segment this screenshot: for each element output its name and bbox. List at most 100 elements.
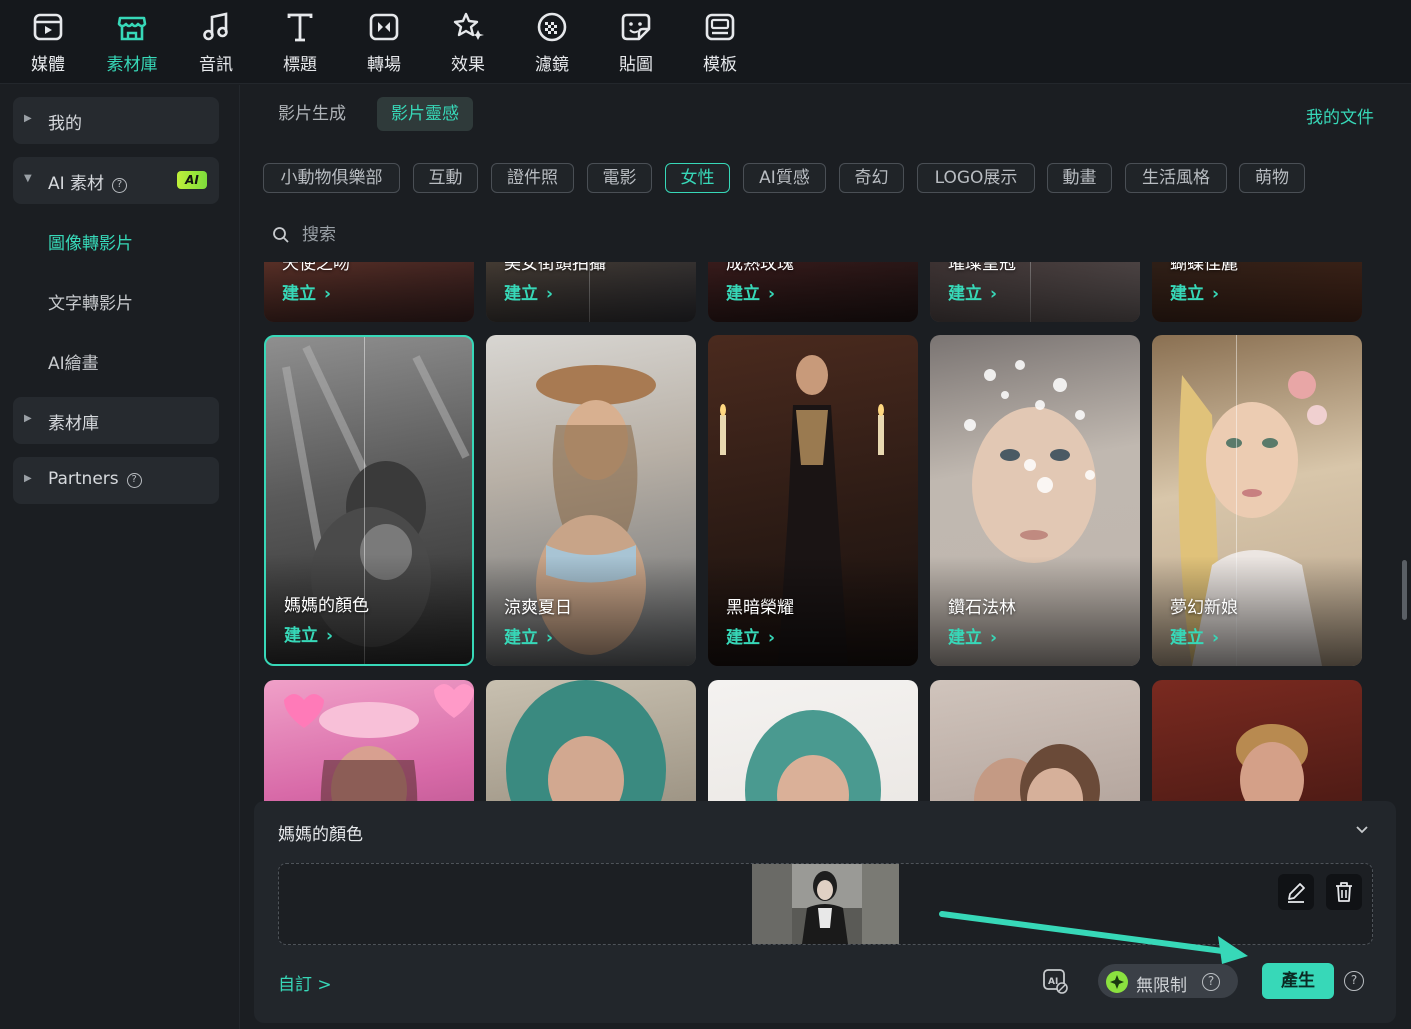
- caret-down-icon: ▼: [24, 173, 32, 184]
- chevron-right-icon: ›: [768, 628, 776, 648]
- search-input[interactable]: [302, 220, 702, 250]
- template-card[interactable]: 夢幻新娘 建立 ›: [1152, 335, 1362, 666]
- toolbar-store[interactable]: 素材庫: [92, 8, 172, 78]
- caret-right-icon: ▶: [24, 473, 32, 484]
- template-card[interactable]: [264, 680, 474, 802]
- generate-panel: 媽媽的顏色 自訂 > AI 無限制 ? 產生 ?: [254, 801, 1396, 1023]
- toolbar-templates[interactable]: 模板: [680, 8, 760, 78]
- caret-right-icon: ▶: [24, 413, 32, 424]
- sticker-icon: [621, 13, 651, 41]
- top-toolbar: 媒體 素材庫 音訊 標題 轉場 效果 濾鏡 貼圖 模板: [0, 0, 1411, 84]
- card-thumbnail: [1236, 724, 1308, 802]
- chip-women[interactable]: 女性: [665, 163, 730, 193]
- toolbar-transitions[interactable]: 轉場: [344, 8, 424, 78]
- chip-logo-show[interactable]: LOGO展示: [917, 163, 1035, 193]
- template-card[interactable]: 蝴蝶佳麗 建立 ›: [1152, 262, 1362, 322]
- image-upload-area[interactable]: [278, 863, 1373, 945]
- card-title: 媽媽的顏色: [284, 596, 369, 616]
- chip-movie[interactable]: 電影: [587, 163, 652, 193]
- chip-animal-club[interactable]: 小動物俱樂部: [263, 163, 400, 193]
- sidebar-item-ai-assets[interactable]: ▼ AI 素材? AI: [13, 157, 219, 204]
- template-card[interactable]: [486, 680, 696, 802]
- sidebar-item-library[interactable]: ▶ 素材庫: [13, 397, 219, 444]
- sidebar-item-label: Partners: [48, 469, 119, 489]
- help-icon[interactable]: ?: [1344, 971, 1364, 991]
- chevron-right-icon: ›: [990, 284, 998, 304]
- template-card[interactable]: 璀璨皇冠 建立 ›: [930, 262, 1140, 322]
- sidebar-item-my[interactable]: ▶ 我的: [13, 97, 219, 144]
- my-documents-link[interactable]: 我的文件: [1306, 103, 1374, 128]
- card-title: 黑暗榮耀: [726, 598, 794, 618]
- card-create-button[interactable]: 建立 ›: [726, 279, 775, 304]
- sidebar-item-text-to-video[interactable]: 文字轉影片: [48, 289, 133, 314]
- chip-id-photo[interactable]: 證件照: [491, 163, 574, 193]
- tab-video-generation[interactable]: 影片生成: [264, 97, 360, 131]
- toolbar-effects[interactable]: 效果: [428, 8, 508, 78]
- sparkle-icon: [1106, 971, 1128, 993]
- chip-ai-texture[interactable]: AI質感: [743, 163, 826, 193]
- chip-animation[interactable]: 動畫: [1047, 163, 1112, 193]
- toolbar-titles[interactable]: 標題: [260, 8, 340, 78]
- grid-scrollbar[interactable]: [1402, 560, 1407, 620]
- edit-button[interactable]: [1278, 874, 1314, 910]
- toolbar-filters[interactable]: 濾鏡: [512, 8, 592, 78]
- panel-title: 媽媽的顏色: [278, 825, 363, 845]
- customize-link[interactable]: 自訂 >: [278, 970, 332, 995]
- toolbar-media[interactable]: 媒體: [8, 8, 88, 78]
- store-icon: [117, 16, 147, 41]
- chip-interaction[interactable]: 互動: [413, 163, 478, 193]
- toolbar-audio[interactable]: 音訊: [176, 8, 256, 78]
- card-create-button[interactable]: 建立 ›: [1170, 279, 1219, 304]
- chip-fantasy[interactable]: 奇幻: [839, 163, 904, 193]
- card-create-button[interactable]: 建立 ›: [282, 279, 331, 304]
- sidebar-item-ai-painting[interactable]: AI繪畫: [48, 349, 99, 374]
- template-card[interactable]: 涼爽夏日 建立 ›: [486, 335, 696, 666]
- chevron-right-icon: ›: [1212, 284, 1220, 304]
- card-title: 涼爽夏日: [504, 598, 572, 618]
- template-card[interactable]: [708, 680, 918, 802]
- sidebar-item-partners[interactable]: ▶ Partners?: [13, 457, 219, 504]
- effects-star-icon: [453, 12, 484, 40]
- toolbar-effects-label: 效果: [451, 55, 485, 75]
- sidebar: ▶ 我的 ▼ AI 素材? AI 圖像轉影片 文字轉影片 AI繪畫 ▶ 素材庫 …: [0, 85, 240, 1029]
- card-create-button[interactable]: 建立 ›: [504, 279, 553, 304]
- template-card[interactable]: 鑽石法林 建立 ›: [930, 335, 1140, 666]
- help-icon[interactable]: ?: [1202, 973, 1220, 991]
- toolbar-store-label: 素材庫: [106, 55, 158, 75]
- card-create-button[interactable]: 建立 ›: [948, 279, 997, 304]
- template-card[interactable]: 天使之吻 建立 ›: [264, 262, 474, 322]
- help-icon[interactable]: ?: [112, 178, 128, 193]
- generate-button[interactable]: 產生: [1262, 963, 1334, 999]
- ai-prompt-icon[interactable]: AI: [1040, 966, 1070, 996]
- delete-button[interactable]: [1326, 874, 1362, 910]
- toolbar-stickers[interactable]: 貼圖: [596, 8, 676, 78]
- uploaded-image-thumbnail: [752, 864, 899, 944]
- card-create-button[interactable]: 建立 ›: [948, 623, 997, 648]
- help-icon[interactable]: ?: [126, 473, 142, 488]
- toolbar-filters-label: 濾鏡: [535, 55, 569, 75]
- template-card[interactable]: [1152, 680, 1362, 802]
- template-card[interactable]: [930, 680, 1140, 802]
- template-card[interactable]: 黑暗榮耀 建立 ›: [708, 335, 918, 666]
- sidebar-item-image-to-video[interactable]: 圖像轉影片: [48, 229, 133, 254]
- chevron-right-icon: ›: [990, 628, 998, 648]
- tab-video-inspiration[interactable]: 影片靈感: [377, 97, 473, 131]
- template-card[interactable]: 成熟玫瑰 建立 ›: [708, 262, 918, 322]
- toolbar-templates-label: 模板: [703, 55, 737, 75]
- chip-cute[interactable]: 萌物: [1239, 163, 1305, 193]
- credits-unlimited-pill[interactable]: 無限制 ?: [1098, 964, 1238, 998]
- card-create-button[interactable]: 建立 ›: [726, 623, 775, 648]
- template-card-selected[interactable]: 媽媽的顏色 建立 ›: [264, 335, 474, 666]
- template-card[interactable]: 美女街頭拍攝 建立 ›: [486, 262, 696, 322]
- credits-label: 無限制: [1136, 976, 1187, 996]
- card-thumbnail: [745, 710, 881, 802]
- sidebar-item-label: 素材庫: [48, 414, 99, 434]
- chip-lifestyle[interactable]: 生活風格: [1125, 163, 1227, 193]
- card-create-button[interactable]: 建立 ›: [504, 623, 553, 648]
- card-create-button[interactable]: 建立 ›: [1170, 623, 1219, 648]
- filter-icon: [537, 12, 567, 42]
- trash-icon: [1336, 882, 1352, 902]
- card-create-button[interactable]: 建立 ›: [284, 621, 333, 646]
- chevron-down-icon[interactable]: [1354, 821, 1370, 837]
- chevron-right-icon: ›: [326, 626, 334, 646]
